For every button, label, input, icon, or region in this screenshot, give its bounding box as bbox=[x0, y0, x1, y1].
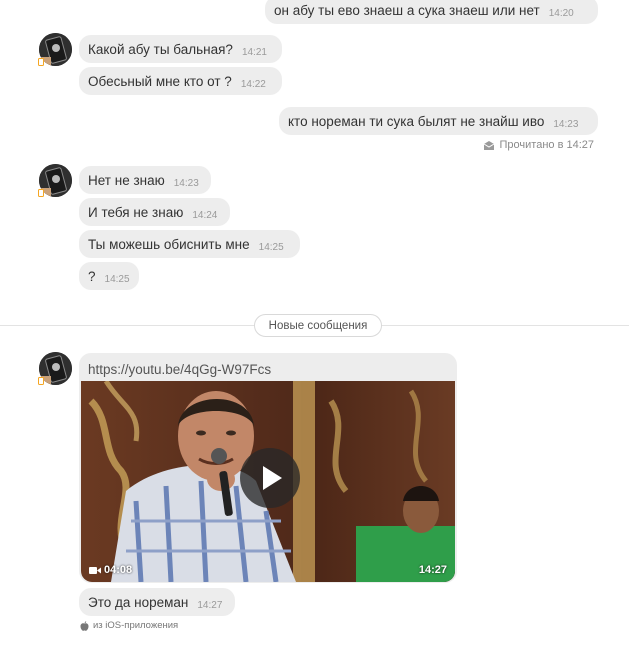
new-messages-divider: Новые сообщения bbox=[254, 314, 382, 337]
message-text: кто нореман ти сука былят не знайш иво bbox=[288, 113, 545, 129]
video-url-link[interactable]: https://youtu.be/4qGg-W97Fcs bbox=[88, 362, 271, 377]
video-duration: 04:08 bbox=[89, 564, 132, 576]
message-time: 14:23 bbox=[553, 118, 579, 130]
message-bubble-incoming[interactable]: Какой абу ты бальная? 14:21 bbox=[79, 35, 282, 63]
play-icon bbox=[263, 466, 282, 490]
message-bubble-outgoing[interactable]: он абу ты ево знаеш а сука знаеш или нет… bbox=[265, 0, 598, 24]
message-bubble-outgoing[interactable]: кто нореман ти сука былят не знайш иво 1… bbox=[279, 107, 598, 135]
message-bubble-incoming[interactable]: Нет не знаю 14:23 bbox=[79, 166, 211, 194]
message-text: Обесьный мне кто от ? bbox=[88, 73, 232, 89]
message-time: 14:24 bbox=[192, 209, 218, 221]
message-time: 14:21 bbox=[241, 46, 267, 58]
mobile-online-icon bbox=[38, 377, 44, 385]
read-receipt: Прочитано в 14:27 bbox=[483, 139, 594, 151]
message-text: Какой абу ты бальная? bbox=[88, 41, 233, 57]
message-bubble-incoming[interactable]: Ты можешь обиснить мне 14:25 bbox=[79, 230, 300, 258]
message-text: Это да нореман bbox=[88, 594, 189, 610]
message-time: 14:27 bbox=[197, 599, 223, 611]
message-bubble-incoming[interactable]: Это да нореман 14:27 bbox=[79, 588, 235, 616]
message-time: 14:23 bbox=[173, 177, 199, 189]
message-time: 14:25 bbox=[104, 273, 130, 285]
message-bubble-incoming[interactable]: Обесьный мне кто от ? 14:22 bbox=[79, 67, 282, 95]
play-button[interactable] bbox=[240, 448, 300, 508]
envelope-open-icon bbox=[483, 140, 494, 150]
video-camera-icon bbox=[89, 566, 101, 574]
message-time: 14:25 bbox=[258, 241, 284, 253]
message-time: 14:22 bbox=[240, 78, 266, 90]
message-text: он абу ты ево знаеш а сука знаеш или нет bbox=[274, 2, 540, 18]
video-link-message[interactable]: https://youtu.be/4qGg-W97Fcs 04:08 14:27 bbox=[79, 353, 457, 583]
sent-from-ios-note: из iOS-приложения bbox=[80, 620, 178, 631]
mobile-online-icon bbox=[38, 58, 44, 66]
message-text: ? bbox=[88, 268, 96, 284]
mobile-online-icon bbox=[38, 189, 44, 197]
video-duration-text: 04:08 bbox=[104, 564, 133, 576]
message-text: Ты можешь обиснить мне bbox=[88, 236, 250, 252]
message-bubble-incoming[interactable]: И тебя не знаю 14:24 bbox=[79, 198, 230, 226]
message-text: И тебя не знаю bbox=[88, 204, 184, 220]
message-text: Нет не знаю bbox=[88, 172, 165, 188]
message-time: 14:20 bbox=[548, 7, 574, 19]
read-receipt-text: Прочитано в 14:27 bbox=[499, 139, 594, 151]
message-time: 14:27 bbox=[418, 564, 447, 576]
sent-from-ios-text: из iOS-приложения bbox=[93, 620, 179, 631]
message-bubble-incoming[interactable]: ? 14:25 bbox=[79, 262, 139, 290]
apple-icon bbox=[80, 620, 89, 631]
video-thumbnail[interactable]: 04:08 14:27 bbox=[81, 381, 455, 582]
